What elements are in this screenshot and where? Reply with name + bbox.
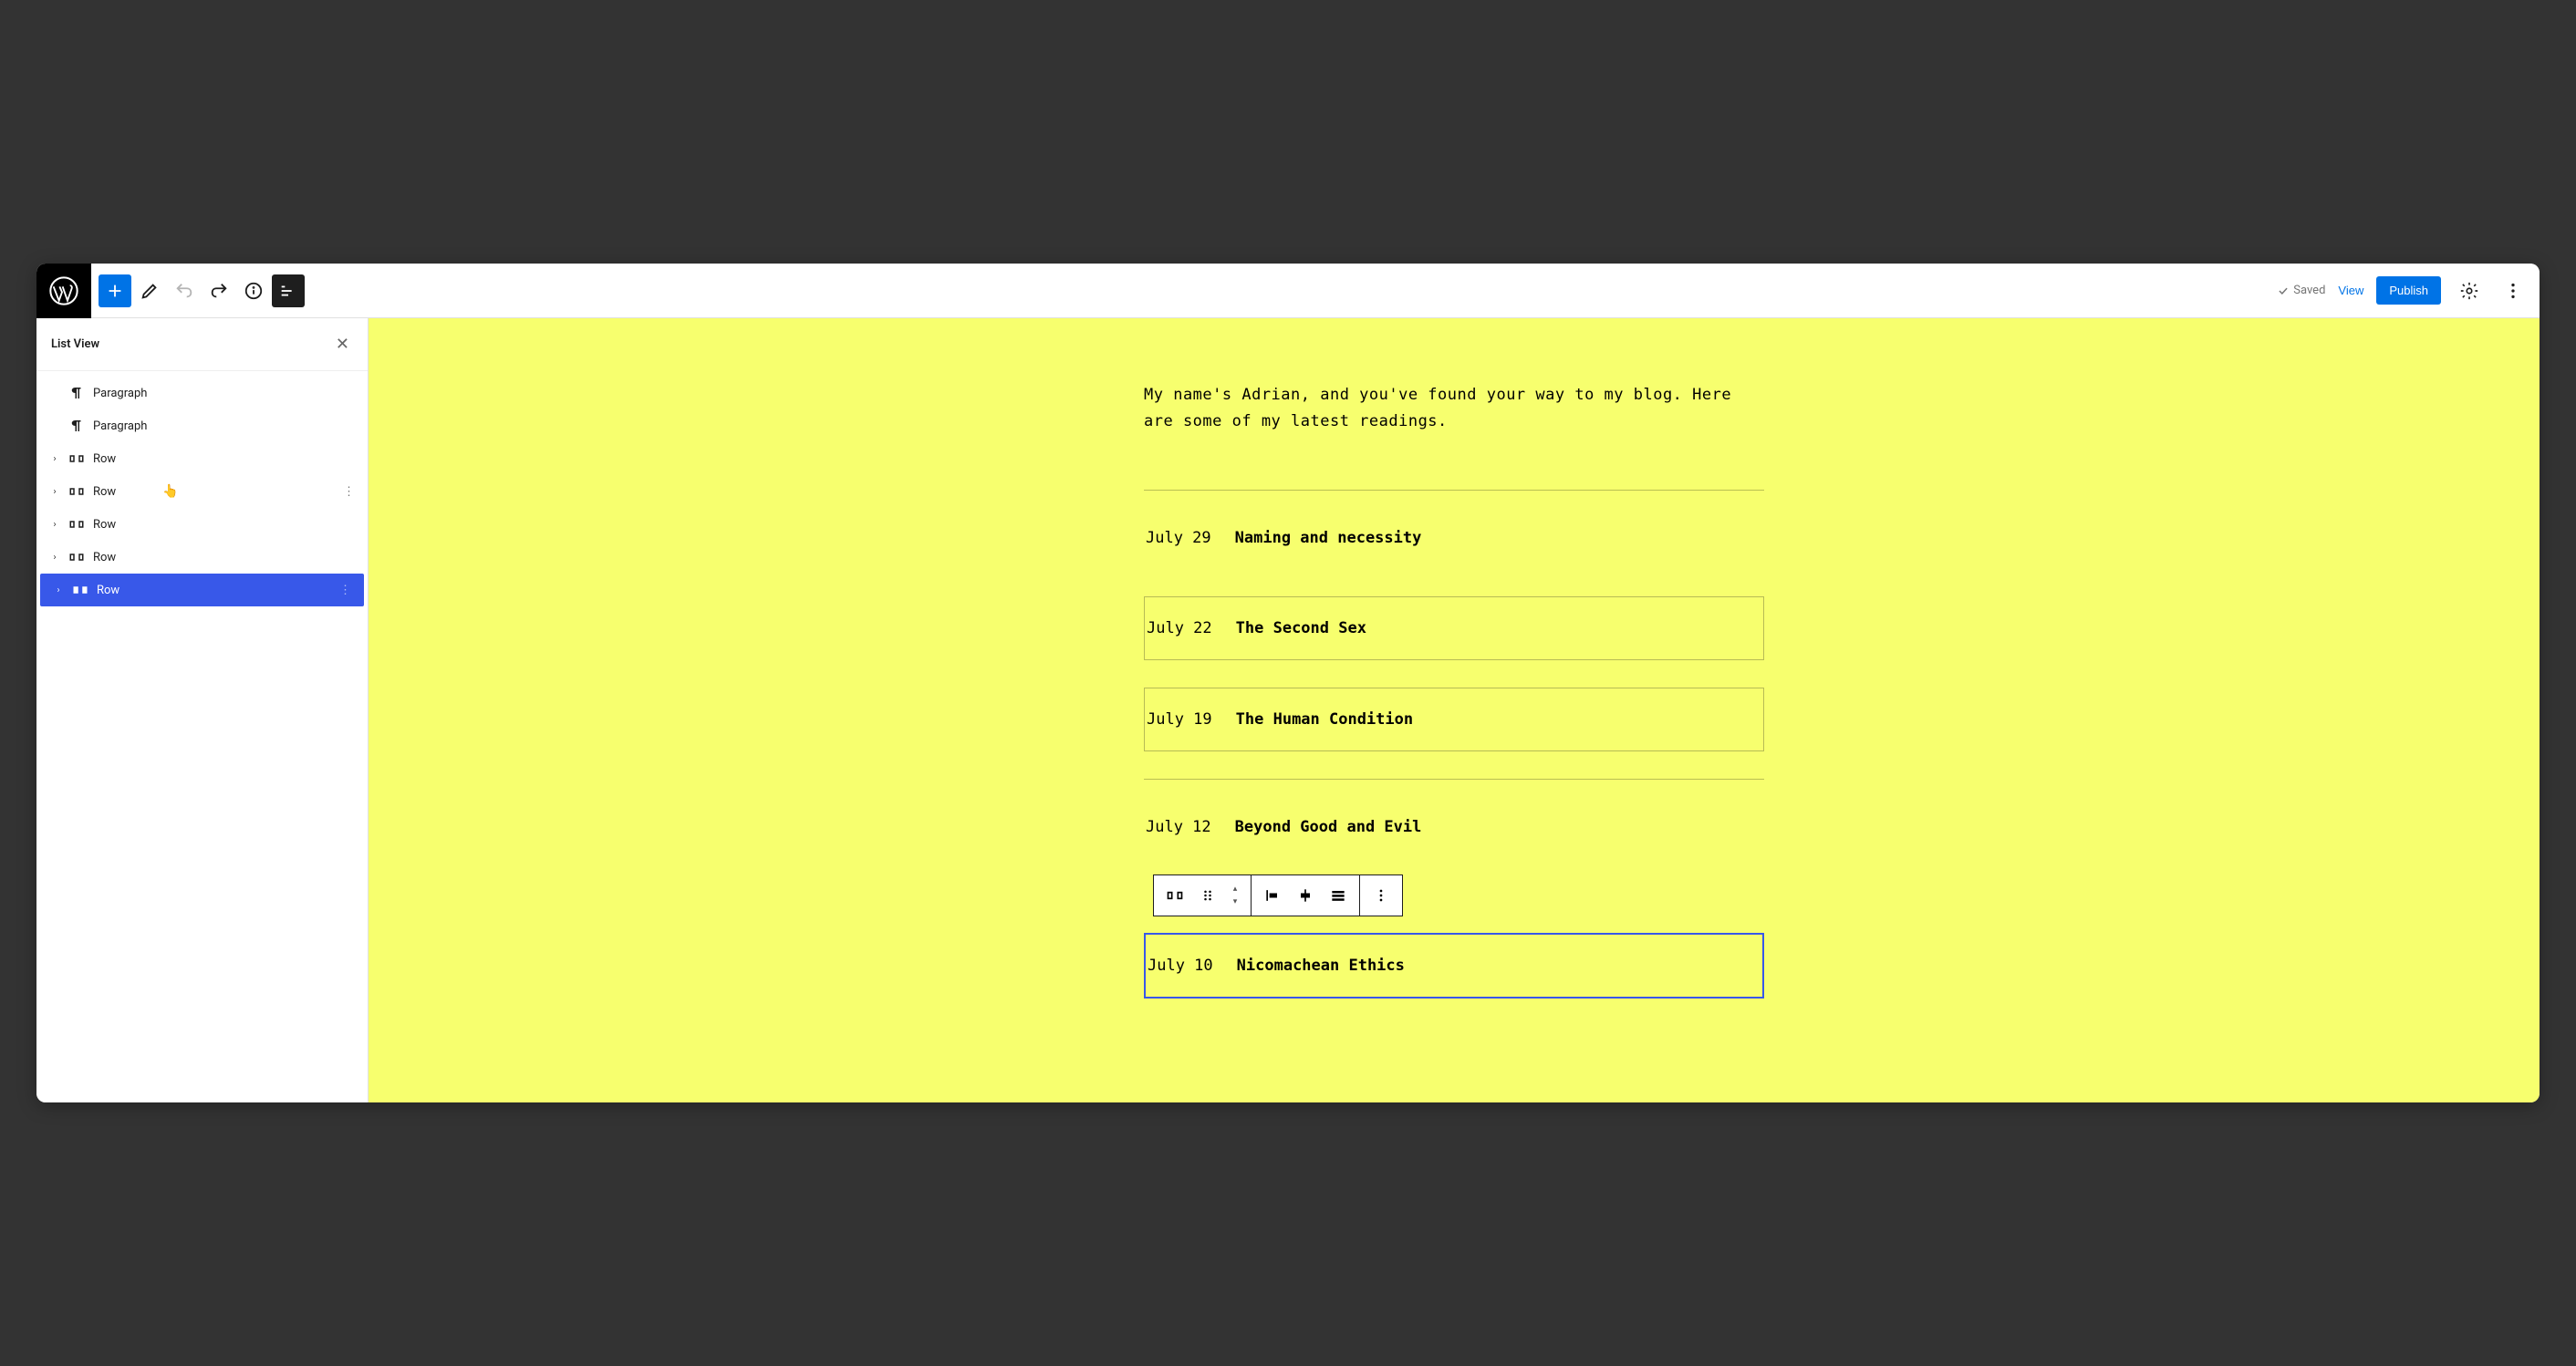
- chevron-right-icon[interactable]: ›: [53, 585, 64, 595]
- row-block-icon: [68, 483, 86, 500]
- editor-canvas[interactable]: My name's Adrian, and you've found your …: [369, 318, 2540, 1102]
- tree-item-options[interactable]: ⋮: [336, 580, 355, 601]
- info-button[interactable]: [237, 274, 270, 307]
- tree-item-row[interactable]: › Row: [36, 442, 368, 475]
- row-block-icon: [68, 450, 86, 467]
- align-full-button[interactable]: [1324, 882, 1352, 909]
- tree-item-paragraph[interactable]: ›Paragraph: [36, 377, 368, 409]
- saved-indicator: Saved: [2277, 284, 2325, 297]
- chevron-right-icon[interactable]: ›: [49, 553, 60, 563]
- entry-row[interactable]: July 29 Naming and necessity: [1144, 507, 1764, 569]
- settings-button[interactable]: [2454, 275, 2485, 306]
- entry-title[interactable]: Nicomachean Ethics: [1237, 957, 1405, 975]
- block-movers: ▴▾: [1227, 883, 1243, 908]
- intro-paragraph[interactable]: My name's Adrian, and you've found your …: [1144, 382, 1764, 435]
- entry-date[interactable]: July 29: [1146, 529, 1211, 547]
- tree-item-label: Row: [93, 452, 116, 466]
- chevron-right-icon[interactable]: ›: [49, 454, 60, 464]
- undo-button[interactable]: [168, 274, 201, 307]
- entry-date[interactable]: July 22: [1147, 619, 1212, 637]
- divider: [1144, 490, 1764, 491]
- list-view-panel: List View ✕ ›Paragraph›Paragraph›Row›Row…: [36, 318, 369, 1102]
- entry-date[interactable]: July 19: [1147, 710, 1212, 729]
- more-options-button[interactable]: [2498, 275, 2529, 306]
- tree-item-row[interactable]: › Row 👆 ⋮: [36, 475, 368, 508]
- wordpress-logo[interactable]: [36, 264, 91, 318]
- justify-left-button[interactable]: [1259, 882, 1286, 909]
- list-view-title: List View: [51, 337, 99, 351]
- tree-item-paragraph[interactable]: ›Paragraph: [36, 409, 368, 442]
- divider: [1144, 779, 1764, 780]
- editor-body: List View ✕ ›Paragraph›Paragraph›Row›Row…: [36, 318, 2540, 1102]
- tree-item-label: Row: [93, 551, 116, 564]
- entry-date[interactable]: July 12: [1146, 818, 1211, 836]
- row-block-icon: [68, 549, 86, 565]
- close-list-view-button[interactable]: ✕: [332, 331, 353, 357]
- view-button[interactable]: View: [2338, 284, 2363, 297]
- list-view-header: List View ✕: [36, 318, 368, 371]
- paragraph-block-icon: [68, 385, 86, 401]
- chevron-right-icon[interactable]: ›: [49, 520, 60, 530]
- tree-item-label: Paragraph: [93, 419, 147, 433]
- cursor-icon: 👆: [162, 484, 178, 499]
- block-tree: ›Paragraph›Paragraph › Row › Row 👆 ⋮ › Row › Row › R…: [36, 371, 368, 606]
- row-block-icon: [68, 516, 86, 533]
- entry-date[interactable]: July 10: [1148, 957, 1213, 975]
- align-center-button[interactable]: [1292, 882, 1319, 909]
- editor-tools: [91, 274, 312, 307]
- publish-button[interactable]: Publish: [2376, 276, 2441, 305]
- block-type-button[interactable]: [1161, 882, 1189, 909]
- tree-item-row[interactable]: › Row: [36, 508, 368, 541]
- entry-row[interactable]: July 19 The Human Condition: [1144, 688, 1764, 751]
- tree-item-row[interactable]: › Row: [36, 541, 368, 574]
- move-up-button[interactable]: ▴: [1227, 883, 1243, 895]
- entry-title[interactable]: The Second Sex: [1236, 619, 1366, 637]
- tree-item-options[interactable]: ⋮: [339, 481, 358, 502]
- tree-item-label: Row: [93, 518, 116, 532]
- add-block-button[interactable]: [99, 274, 131, 307]
- tree-item-label: Row: [97, 584, 119, 597]
- block-toolbar: ▴▾: [1153, 874, 1764, 916]
- block-more-options[interactable]: [1367, 882, 1395, 909]
- entry-title[interactable]: Beyond Good and Evil: [1235, 818, 1422, 836]
- list-view-toggle[interactable]: [272, 274, 305, 307]
- tree-item-row[interactable]: › Row ⋮: [40, 574, 364, 606]
- top-right-actions: Saved View Publish: [2277, 275, 2540, 306]
- top-toolbar: Saved View Publish: [36, 264, 2540, 318]
- row-block-icon: [71, 582, 89, 598]
- entry-title[interactable]: Naming and necessity: [1235, 529, 1422, 547]
- page-content: My name's Adrian, and you've found your …: [1144, 382, 1764, 999]
- entry-title[interactable]: The Human Condition: [1236, 710, 1413, 729]
- app-window: Saved View Publish List View ✕ ›Paragrap…: [36, 264, 2540, 1102]
- paragraph-block-icon: [68, 418, 86, 434]
- chevron-right-icon[interactable]: ›: [49, 487, 60, 497]
- tree-item-label: Paragraph: [93, 387, 147, 400]
- entry-row[interactable]: July 12 Beyond Good and Evil: [1144, 796, 1764, 858]
- entry-row[interactable]: July 22 The Second Sex: [1144, 596, 1764, 660]
- saved-label: Saved: [2293, 284, 2325, 297]
- entry-row[interactable]: July 10 Nicomachean Ethics: [1144, 933, 1764, 999]
- redo-button[interactable]: [203, 274, 235, 307]
- move-down-button[interactable]: ▾: [1227, 895, 1243, 908]
- edit-button[interactable]: [133, 274, 166, 307]
- drag-handle[interactable]: [1194, 882, 1221, 909]
- tree-item-label: Row: [93, 485, 116, 499]
